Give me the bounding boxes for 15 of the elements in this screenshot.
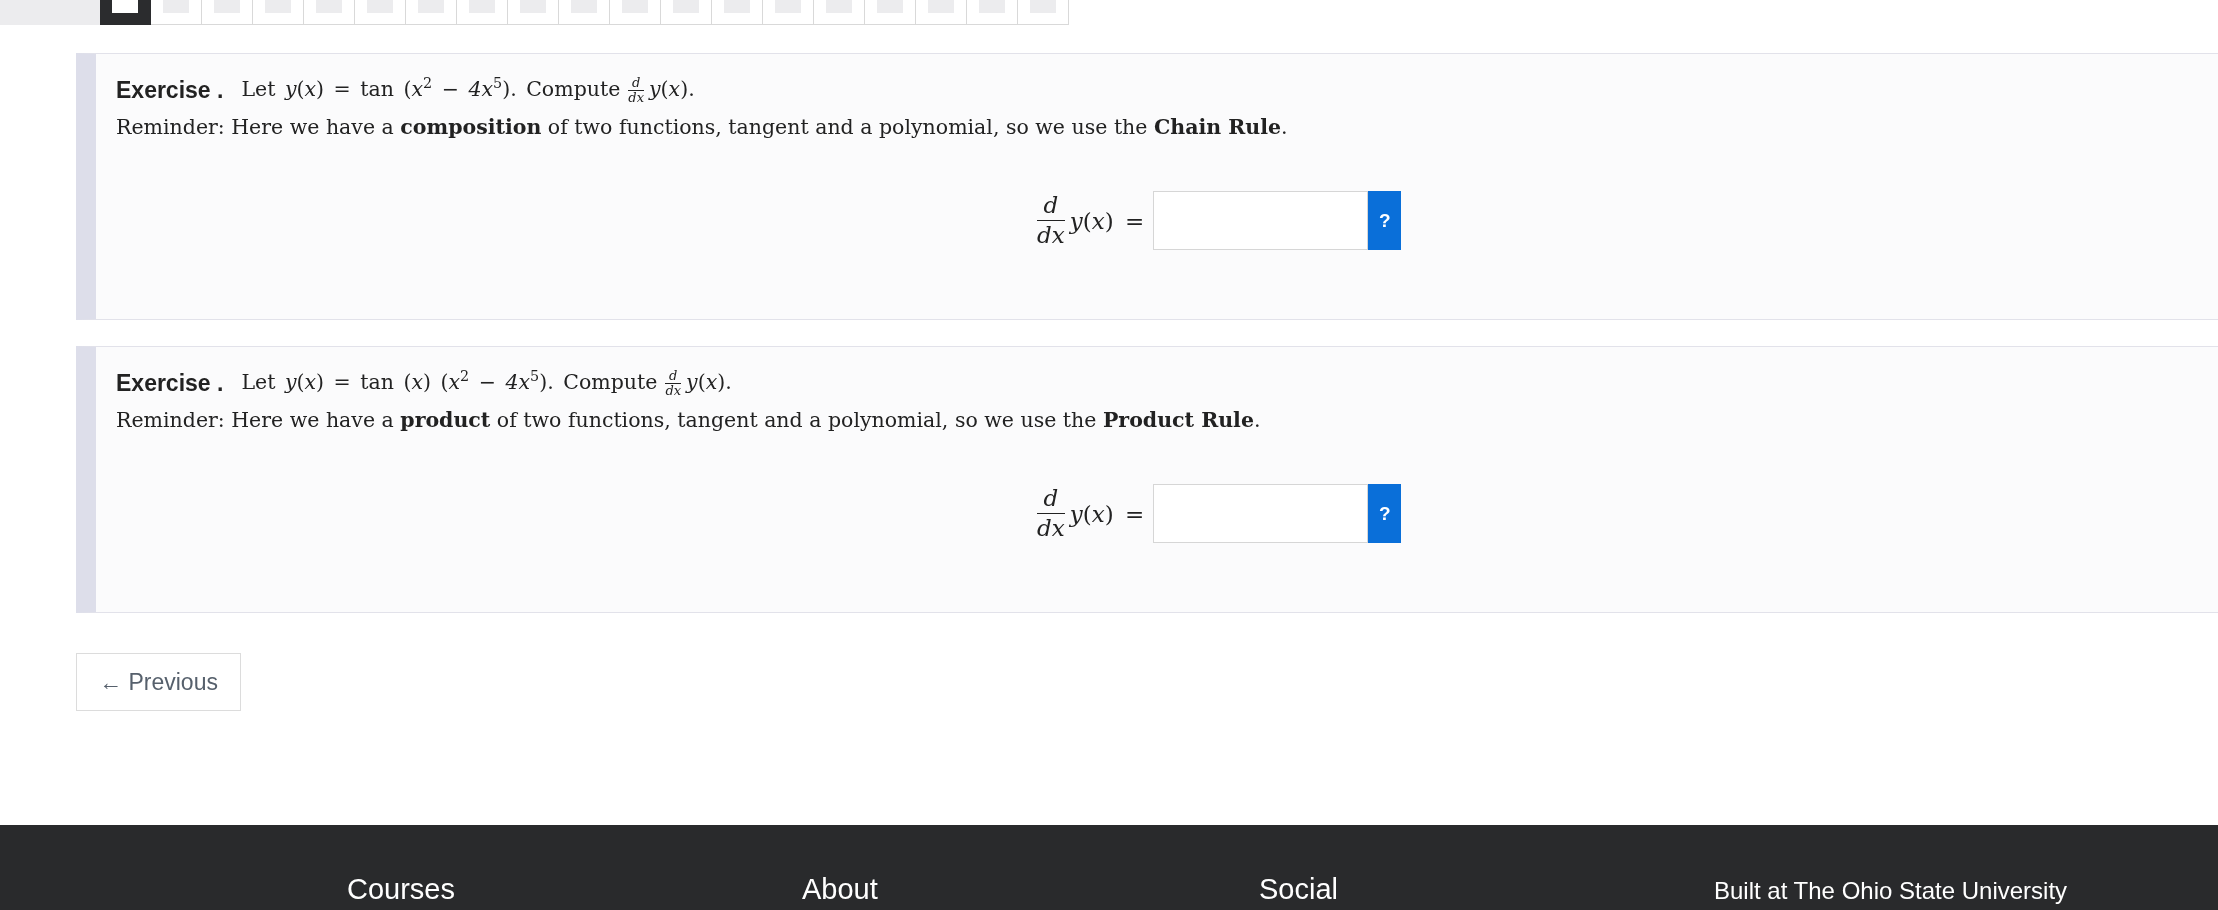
footer-heading: Courses: [347, 873, 455, 906]
footer-credit: Built at The Ohio State University: [1714, 876, 2068, 906]
previous-button[interactable]: ← Previous: [76, 653, 241, 711]
help-button[interactable]: ?: [1368, 191, 1402, 250]
tile-marker-icon: [112, 0, 138, 13]
reminder-text: Reminder: Here we have a composition of two functions, tangent and a polynomial, so we use the Chain Rule.: [116, 114, 1289, 141]
footer-heading: Social: [1259, 873, 1338, 906]
answer-field[interactable]: [1153, 191, 1369, 250]
help-button[interactable]: ?: [1368, 484, 1402, 543]
page-tile[interactable]: [100, 0, 151, 25]
exercise-label: Exercise .: [116, 76, 224, 104]
footer-heading: About: [802, 873, 878, 906]
answer-field[interactable]: [1153, 484, 1369, 543]
reminder-text: Reminder: Here we have a product of two functions, tangent and a polynomial, so we use the Product Rule.: [116, 407, 1262, 434]
exercise-label: Exercise .: [116, 369, 224, 397]
